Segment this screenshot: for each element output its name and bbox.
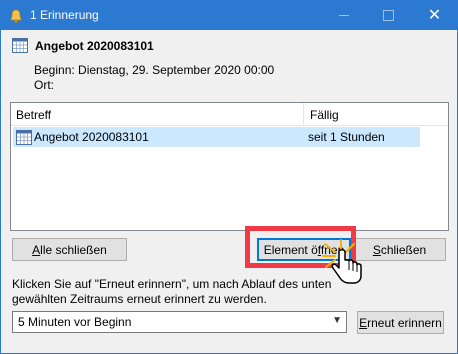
snooze-hint: Klicken Sie auf "Erneut erinnern", um na… (12, 277, 332, 306)
label-rest: chließen (380, 242, 427, 257)
dismiss-label: Schließen (373, 243, 426, 257)
reminder-location: Ort: (34, 78, 54, 92)
mnemonic: S (372, 242, 381, 257)
mnemonic: E (359, 315, 368, 330)
bell-icon (10, 9, 22, 23)
close-window-button[interactable]: ✕ (412, 1, 457, 30)
reminder-start: Beginn: Dienstag, 29. September 2020 00:… (34, 63, 275, 77)
calendar-icon (16, 130, 32, 145)
column-header-subject[interactable]: Betreff (16, 108, 51, 122)
list-header: Betreff Fällig (11, 103, 448, 126)
row-due: seit 1 Stunden (308, 130, 385, 144)
mnemonic: A (32, 242, 41, 257)
snooze-label: Erneut erinnern (359, 316, 442, 330)
column-divider[interactable] (303, 103, 304, 125)
row-subject: Angebot 2020083101 (34, 130, 149, 144)
snooze-time-select[interactable]: 5 Minuten vor Beginn ▼ (12, 311, 347, 333)
reminder-list[interactable]: Betreff Fällig Angebot 2020083101 seit 1… (10, 102, 449, 231)
dismiss-all-button[interactable]: Alle schließen (12, 238, 127, 261)
reminder-subject: Angebot 2020083101 (35, 39, 154, 53)
dismiss-all-label: Alle schließen (32, 243, 107, 257)
window-title: 1 Erinnerung (30, 8, 99, 22)
column-header-due[interactable]: Fällig (310, 108, 339, 122)
reminder-window: 1 Erinnerung ✕ Angebot 2020083101 Beginn… (0, 0, 458, 354)
calendar-icon (12, 38, 28, 53)
maximize-icon (383, 10, 394, 21)
chevron-down-icon[interactable]: ▼ (332, 315, 342, 326)
snooze-button[interactable]: Erneut erinnern (357, 311, 444, 334)
list-item[interactable]: Angebot 2020083101 seit 1 Stunden (13, 127, 420, 147)
minimize-button[interactable] (321, 1, 366, 30)
maximize-button[interactable] (366, 1, 411, 30)
label-rest: lle schließen (40, 242, 107, 257)
snooze-time-value: 5 Minuten vor Beginn (18, 315, 132, 329)
dismiss-button[interactable]: Schließen (353, 238, 446, 261)
minimize-icon (338, 15, 349, 16)
label-rest: rneut erinnern (367, 315, 442, 330)
title-bar[interactable]: 1 Erinnerung ✕ (1, 1, 457, 30)
close-icon: ✕ (427, 6, 442, 24)
